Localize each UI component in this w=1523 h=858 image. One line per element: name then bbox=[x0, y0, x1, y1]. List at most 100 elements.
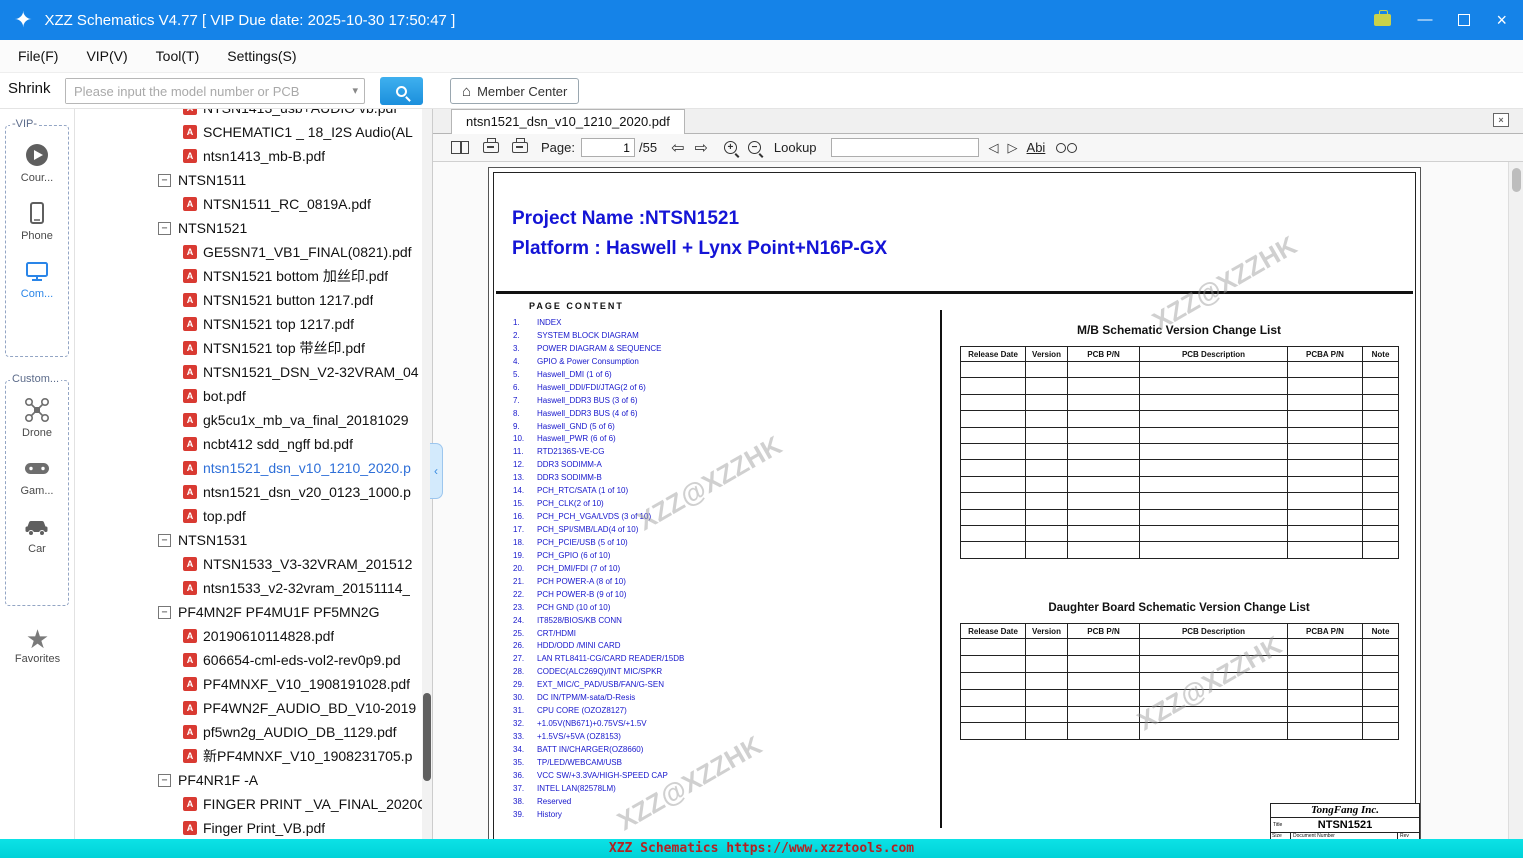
tree-file[interactable]: Apf5wn2g_AUDIO_DB_1129.pdf bbox=[75, 720, 422, 744]
document-tab[interactable]: ntsn1521_dsn_v10_1210_2020.pdf bbox=[451, 109, 685, 134]
tree-file[interactable]: ANTSN1521 bottom 加丝印.pdf bbox=[75, 264, 422, 288]
tree-file[interactable]: Abot.pdf bbox=[75, 384, 422, 408]
tree-file[interactable]: Agk5cu1x_mb_va_final_20181029 bbox=[75, 408, 422, 432]
pdf-scrollbar-thumb[interactable] bbox=[1512, 168, 1521, 192]
sidebar-item-course[interactable]: Cour... bbox=[21, 142, 53, 184]
table-cell bbox=[1068, 411, 1140, 427]
collapse-icon[interactable]: − bbox=[158, 606, 171, 619]
menu-item-settings[interactable]: Settings(S) bbox=[227, 48, 296, 64]
star-icon: ★ bbox=[26, 625, 49, 653]
close-button[interactable]: × bbox=[1496, 0, 1507, 40]
sidebar-item-favorites[interactable]: ★ Favorites bbox=[0, 625, 75, 665]
tree-file[interactable]: A20190610114828.pdf bbox=[75, 624, 422, 648]
chevron-down-icon[interactable]: ▾ bbox=[352, 84, 358, 97]
menu-item-file[interactable]: File(F) bbox=[18, 48, 58, 64]
pdf-canvas[interactable]: Project Name :NTSN1521 Platform : Haswel… bbox=[433, 162, 1508, 839]
print-all-icon[interactable] bbox=[512, 142, 528, 153]
close-document-icon[interactable]: × bbox=[1493, 113, 1509, 127]
minimize-button[interactable]: — bbox=[1417, 0, 1432, 40]
tree-folder[interactable]: −PF4MN2F PF4MU1F PF5MN2G bbox=[75, 600, 422, 624]
title-block-company: TongFang Inc. bbox=[1271, 804, 1419, 818]
tree-file[interactable]: ANTSN1511_RC_0819A.pdf bbox=[75, 192, 422, 216]
tree-file[interactable]: AGE5SN71_VB1_FINAL(0821).pdf bbox=[75, 240, 422, 264]
sidebar-item-car[interactable]: Car bbox=[23, 513, 51, 555]
search-input[interactable] bbox=[66, 79, 336, 103]
table-cell bbox=[1026, 525, 1068, 541]
table-header: Release Date bbox=[961, 347, 1026, 362]
shrink-button[interactable]: Shrink bbox=[8, 80, 51, 97]
tree-file[interactable]: AFINGER PRINT _VA_FINAL_2020C bbox=[75, 792, 422, 816]
tree-file[interactable]: ANTSN1521 top 1217.pdf bbox=[75, 312, 422, 336]
tree-file[interactable]: APF4MNXF_V10_1908191028.pdf bbox=[75, 672, 422, 696]
tree-file[interactable]: Atop.pdf bbox=[75, 504, 422, 528]
tree-item-label: NTSN1413_usb+AUDIO vb.pdf bbox=[203, 109, 397, 116]
tree-file[interactable]: Antsn1521_dsn_v10_1210_2020.p bbox=[75, 456, 422, 480]
collapse-icon[interactable]: − bbox=[158, 534, 171, 547]
menu-item-tool[interactable]: Tool(T) bbox=[156, 48, 200, 64]
toc-item: 8.Haswell_DDR3 BUS (4 of 6) bbox=[513, 409, 913, 422]
window-controls: — × bbox=[1374, 0, 1507, 40]
tree-folder[interactable]: −NTSN1511 bbox=[75, 168, 422, 192]
maximize-button[interactable] bbox=[1458, 14, 1470, 26]
text-select-icon[interactable]: Abi bbox=[1027, 140, 1046, 155]
zoom-out-icon[interactable]: − bbox=[748, 141, 761, 154]
tree-file[interactable]: Antsn1533_v2-32vram_20151114_ bbox=[75, 576, 422, 600]
tree-folder[interactable]: −PF4NR1F -A bbox=[75, 768, 422, 792]
page-number-input[interactable] bbox=[581, 138, 635, 157]
pdf-file-icon: A bbox=[183, 149, 197, 163]
tree-file[interactable]: ANTSN1521 top 带丝印.pdf bbox=[75, 336, 422, 360]
zoom-in-icon[interactable]: + bbox=[724, 141, 737, 154]
tree-file[interactable]: A606654-cml-eds-vol2-rev0p9.pd bbox=[75, 648, 422, 672]
find-next-icon[interactable]: ▷ bbox=[1008, 140, 1018, 156]
tree-folder[interactable]: −NTSN1531 bbox=[75, 528, 422, 552]
facing-pages-icon[interactable] bbox=[451, 141, 469, 154]
tree-file[interactable]: Antsn1521_dsn_v20_0123_1000.p bbox=[75, 480, 422, 504]
collapse-panel-handle[interactable]: ‹ bbox=[430, 443, 443, 499]
next-page-icon[interactable]: ⇨ bbox=[694, 138, 707, 158]
sidebar-item-game[interactable]: Gam... bbox=[20, 455, 53, 497]
print-icon[interactable] bbox=[483, 142, 499, 153]
binoculars-search-icon[interactable] bbox=[1056, 142, 1077, 154]
table-cell bbox=[1068, 542, 1140, 558]
sidebar-item-computer[interactable]: Com... bbox=[21, 258, 53, 300]
collapse-icon[interactable]: − bbox=[158, 222, 171, 235]
model-search-combobox[interactable]: ▾ bbox=[65, 78, 365, 104]
table-row bbox=[961, 394, 1399, 410]
tree-file[interactable]: ANTSN1533_V3-32VRAM_201512 bbox=[75, 552, 422, 576]
table-cell bbox=[961, 427, 1026, 443]
menu-item-vip[interactable]: VIP(V) bbox=[86, 48, 127, 64]
table-cell bbox=[1068, 378, 1140, 394]
vertical-divider bbox=[940, 310, 942, 828]
tree-folder[interactable]: −NTSN1521 bbox=[75, 216, 422, 240]
sidebar-item-phone[interactable]: Phone bbox=[21, 200, 53, 242]
collapse-icon[interactable]: − bbox=[158, 174, 171, 187]
tree-scrollbar-thumb[interactable] bbox=[423, 693, 431, 781]
table-cell bbox=[1026, 411, 1068, 427]
collapse-icon[interactable]: − bbox=[158, 774, 171, 787]
find-previous-icon[interactable]: ◁ bbox=[989, 140, 999, 156]
table-cell bbox=[1140, 362, 1288, 378]
tree-file[interactable]: ANTSN1521 button 1217.pdf bbox=[75, 288, 422, 312]
tree-file[interactable]: ANTSN1521_DSN_V2-32VRAM_04 bbox=[75, 360, 422, 384]
tree-file[interactable]: Antsn1413_mb-B.pdf bbox=[75, 144, 422, 168]
sidebar-item-drone[interactable]: Drone bbox=[22, 397, 52, 439]
member-center-button[interactable]: ⌂ Member Center bbox=[450, 78, 579, 104]
tree-file[interactable]: ANTSN1413_usb+AUDIO vb.pdf bbox=[75, 109, 422, 120]
tree-item-label: 606654-cml-eds-vol2-rev0p9.pd bbox=[203, 652, 401, 668]
search-button[interactable] bbox=[380, 77, 423, 105]
project-name: Project Name :NTSN1521 bbox=[512, 208, 739, 230]
tree-file[interactable]: A新PF4MNXF_V10_1908231705.p bbox=[75, 744, 422, 768]
previous-page-icon[interactable]: ⇦ bbox=[671, 138, 684, 158]
pdf-file-icon: A bbox=[183, 461, 197, 475]
briefcase-icon[interactable] bbox=[1374, 14, 1391, 26]
tree-file[interactable]: Ancbt412 sdd_ngff bd.pdf bbox=[75, 432, 422, 456]
toc-item: 22.PCH POWER-B (9 of 10) bbox=[513, 590, 913, 603]
tree-file[interactable]: ASCHEMATIC1 _ 18_I2S Audio(AL bbox=[75, 120, 422, 144]
toc-item: 39.History bbox=[513, 810, 913, 823]
tree-item-label: GE5SN71_VB1_FINAL(0821).pdf bbox=[203, 244, 412, 260]
tree-file[interactable]: AFinger Print_VB.pdf bbox=[75, 816, 422, 839]
lookup-input[interactable] bbox=[831, 138, 979, 157]
tree-file[interactable]: APF4WN2F_AUDIO_BD_V10-2019 bbox=[75, 696, 422, 720]
pdf-scrollbar[interactable] bbox=[1508, 162, 1523, 839]
platform-line: Platform : Haswell + Lynx Point+N16P-GX bbox=[512, 238, 887, 260]
